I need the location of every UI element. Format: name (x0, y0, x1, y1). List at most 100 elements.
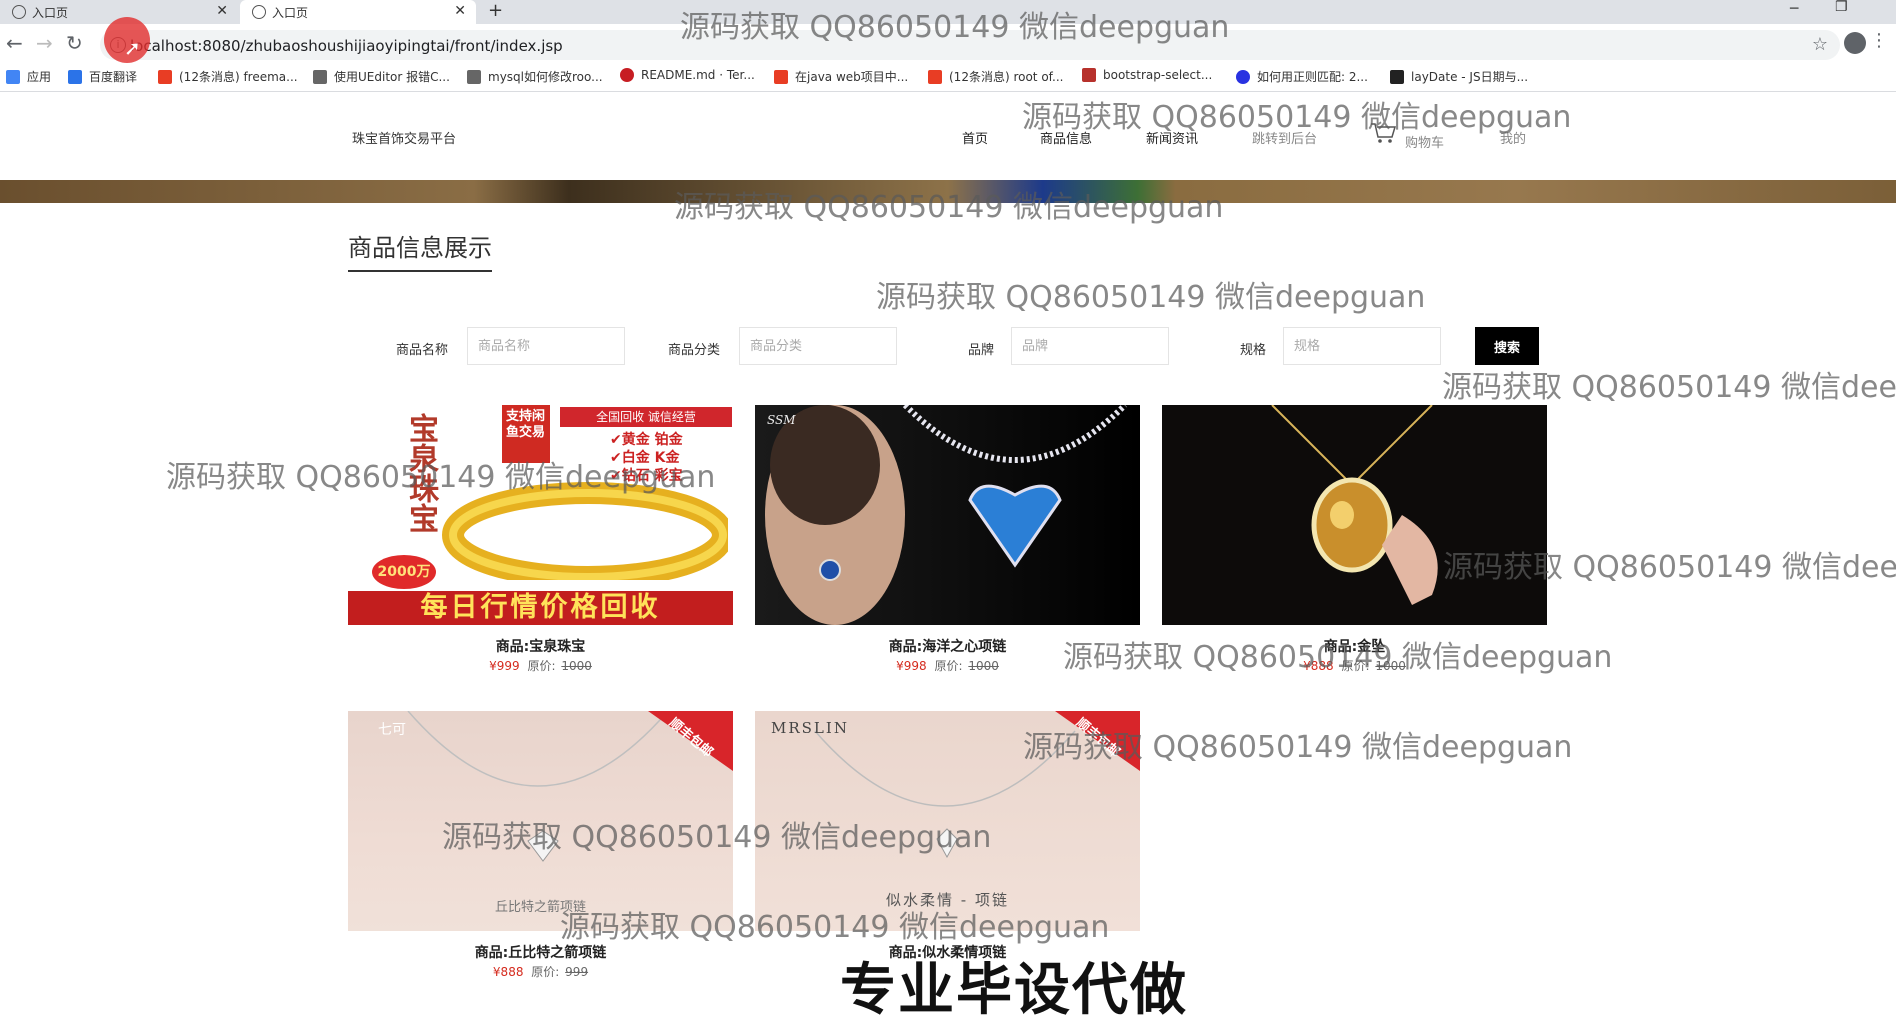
mouse-cursor-icon: ➚ (124, 36, 141, 60)
original-price-label: 原价: (934, 659, 963, 673)
feather-icon (313, 69, 327, 84)
new-tab-button[interactable]: + (488, 0, 503, 22)
nav-news[interactable]: 新闻资讯 (1146, 128, 1198, 147)
product-name[interactable]: 商品:丘比特之箭项链 (348, 942, 733, 962)
gitee-icon (620, 68, 634, 82)
current-price: ¥998 (896, 659, 927, 673)
close-icon[interactable]: ✕ (454, 3, 466, 19)
product-name[interactable]: 商品:宝泉珠宝 (348, 636, 733, 656)
section-title: 商品信息展示 (348, 234, 492, 262)
nav-admin[interactable]: 跳转到后台 (1252, 128, 1317, 147)
product-price: ¥999 原价: 1000 (348, 657, 733, 674)
original-price: 1000 (1375, 659, 1406, 673)
product-name[interactable]: 商品:海洋之心项链 (755, 636, 1140, 656)
csdn-icon (928, 69, 942, 84)
cnblogs-icon (1082, 68, 1096, 82)
watermark-text: 源码获取 QQ86050149 微信deepguan (876, 280, 1426, 315)
bookmark-star-icon[interactable]: ☆ (1812, 34, 1828, 55)
original-price: 1000 (968, 659, 999, 673)
spec-input[interactable] (1283, 327, 1441, 365)
promo-caption: 专业毕设代做 (840, 958, 1188, 1023)
back-icon[interactable]: ← (6, 33, 23, 53)
banner-image-strip (0, 180, 1896, 203)
nav-home[interactable]: 首页 (962, 128, 988, 147)
bookmark-item[interactable]: 应用 (6, 68, 51, 85)
shopping-cart-icon[interactable] (1370, 122, 1396, 144)
restore-icon[interactable]: ❐ (1835, 0, 1848, 14)
site-header: 珠宝首饰交易平台 首页 商品信息 新闻资讯 跳转到后台 购物车 我的 (0, 92, 1896, 180)
side-title: 宝泉珠宝 (403, 413, 438, 533)
menu-kebab-icon[interactable]: ⋮ (1870, 30, 1888, 51)
globe-icon (12, 5, 26, 19)
product-card[interactable]: 七可 顺丰包邮 丘比特之箭项链 商品:丘比特之箭项链 ¥888 原价: 999 (348, 711, 733, 1001)
product-image[interactable]: 宝泉珠宝 支持闲鱼交易 全国回收 诚信经营 ✔黄金 铂金 ✔白金 K金 ✔钻石 … (348, 405, 733, 625)
bookmark-item[interactable]: 百度翻译 (68, 68, 137, 85)
nav-cart[interactable]: 购物车 (1405, 132, 1444, 151)
product-image[interactable]: SSM (755, 405, 1140, 625)
product-card[interactable]: 宝泉珠宝 支持闲鱼交易 全国回收 诚信经营 ✔黄金 铂金 ✔白金 K金 ✔钻石 … (348, 405, 733, 695)
top-tag: 全国回收 诚信经营 (560, 407, 732, 427)
feather-icon (467, 69, 481, 84)
reload-icon[interactable]: ↻ (66, 33, 83, 53)
filter-label-category: 商品分类 (668, 343, 721, 358)
bullet-2: ✔白金 K金 (610, 450, 680, 466)
address-bar[interactable]: i localhost:8080/zhubaoshoushijiaoyiping… (100, 30, 1840, 60)
original-price: 1000 (561, 659, 592, 673)
bottom-banner: 每日行情价格回收 (348, 591, 733, 625)
stamp: 2000万 (372, 555, 436, 589)
bookmark-item[interactable]: (12条消息) root of... (928, 68, 1063, 85)
bookmark-item[interactable]: 使用UEditor 报错C... (313, 68, 450, 85)
csdn-icon (158, 69, 172, 84)
filter-label-brand: 品牌 (968, 343, 995, 358)
bookmark-item[interactable]: 在java web项目中... (774, 68, 908, 85)
filter-label-spec: 规格 (1240, 343, 1267, 358)
apps-grid-icon (6, 69, 20, 84)
gold-pendant-image (1271, 405, 1438, 605)
ocean-heart-necklace-image (765, 405, 1128, 625)
image-caption: 丘比特之箭项链 (494, 900, 586, 915)
original-price: 999 (565, 965, 589, 979)
bookmark-item[interactable]: README.md · Ter... (620, 68, 755, 82)
product-category-input[interactable] (739, 327, 897, 365)
browser-tab-active[interactable]: 入口页 ✕ (240, 0, 476, 24)
globe-icon (252, 5, 266, 19)
bookmark-item[interactable]: mysql如何修改roo... (467, 68, 603, 85)
brand-input[interactable] (1011, 327, 1169, 365)
nav-products[interactable]: 商品信息 (1040, 128, 1092, 147)
bookmark-item[interactable]: bootstrap-select... (1082, 68, 1212, 82)
product-card[interactable]: 商品:金坠 ¥888 原价: 1000 (1162, 405, 1547, 695)
brand-logo: 七可 (378, 722, 406, 738)
close-icon[interactable]: ✕ (216, 3, 228, 19)
original-price-label: 原价: (527, 659, 556, 673)
bookmark-item[interactable]: (12条消息) freema... (158, 68, 298, 85)
current-price: ¥888 (492, 965, 524, 979)
product-image[interactable]: MRSLIN 顺丰包邮 似水柔情 - 项链 (755, 711, 1140, 931)
account-icon[interactable] (1844, 32, 1866, 54)
bookmark-item[interactable]: 如何用正则匹配: 2... (1236, 68, 1368, 85)
current-price: ¥888 (1303, 659, 1334, 673)
product-price: ¥998 原价: 1000 (755, 657, 1140, 674)
laydate-icon (1390, 69, 1404, 84)
product-price: ¥888 原价: 999 (348, 963, 733, 980)
tab-title: 入口页 (272, 5, 309, 20)
image-caption: 似水柔情 - 项链 (886, 891, 1009, 909)
gold-bangle-image (442, 482, 728, 580)
product-name[interactable]: 商品:金坠 (1162, 636, 1547, 656)
brand-logo: SSM (767, 413, 796, 427)
search-button[interactable]: 搜索 (1475, 327, 1539, 365)
nav-mine[interactable]: 我的 (1500, 128, 1526, 147)
product-image[interactable]: 七可 顺丰包邮 丘比特之箭项链 (348, 711, 733, 931)
current-price: ¥999 (489, 659, 520, 673)
product-price: ¥888 原价: 1000 (1162, 657, 1547, 674)
bookmark-item[interactable]: layDate - JS日期与... (1390, 68, 1528, 85)
baidu-translate-icon (68, 69, 82, 84)
filter-label-name: 商品名称 (396, 343, 449, 358)
badge: 支持闲鱼交易 (502, 405, 550, 463)
product-name-input[interactable] (467, 327, 625, 365)
product-image[interactable] (1162, 405, 1547, 625)
watermark-text: 源码获取 QQ86050149 微信deep (1442, 370, 1896, 405)
minimize-icon[interactable]: ─ (1790, 2, 1798, 16)
forward-icon[interactable]: → (36, 33, 53, 53)
site-brand[interactable]: 珠宝首饰交易平台 (352, 128, 456, 147)
product-card[interactable]: SSM 商品:海洋之心项链 ¥998 原价: 1000 (755, 405, 1140, 695)
